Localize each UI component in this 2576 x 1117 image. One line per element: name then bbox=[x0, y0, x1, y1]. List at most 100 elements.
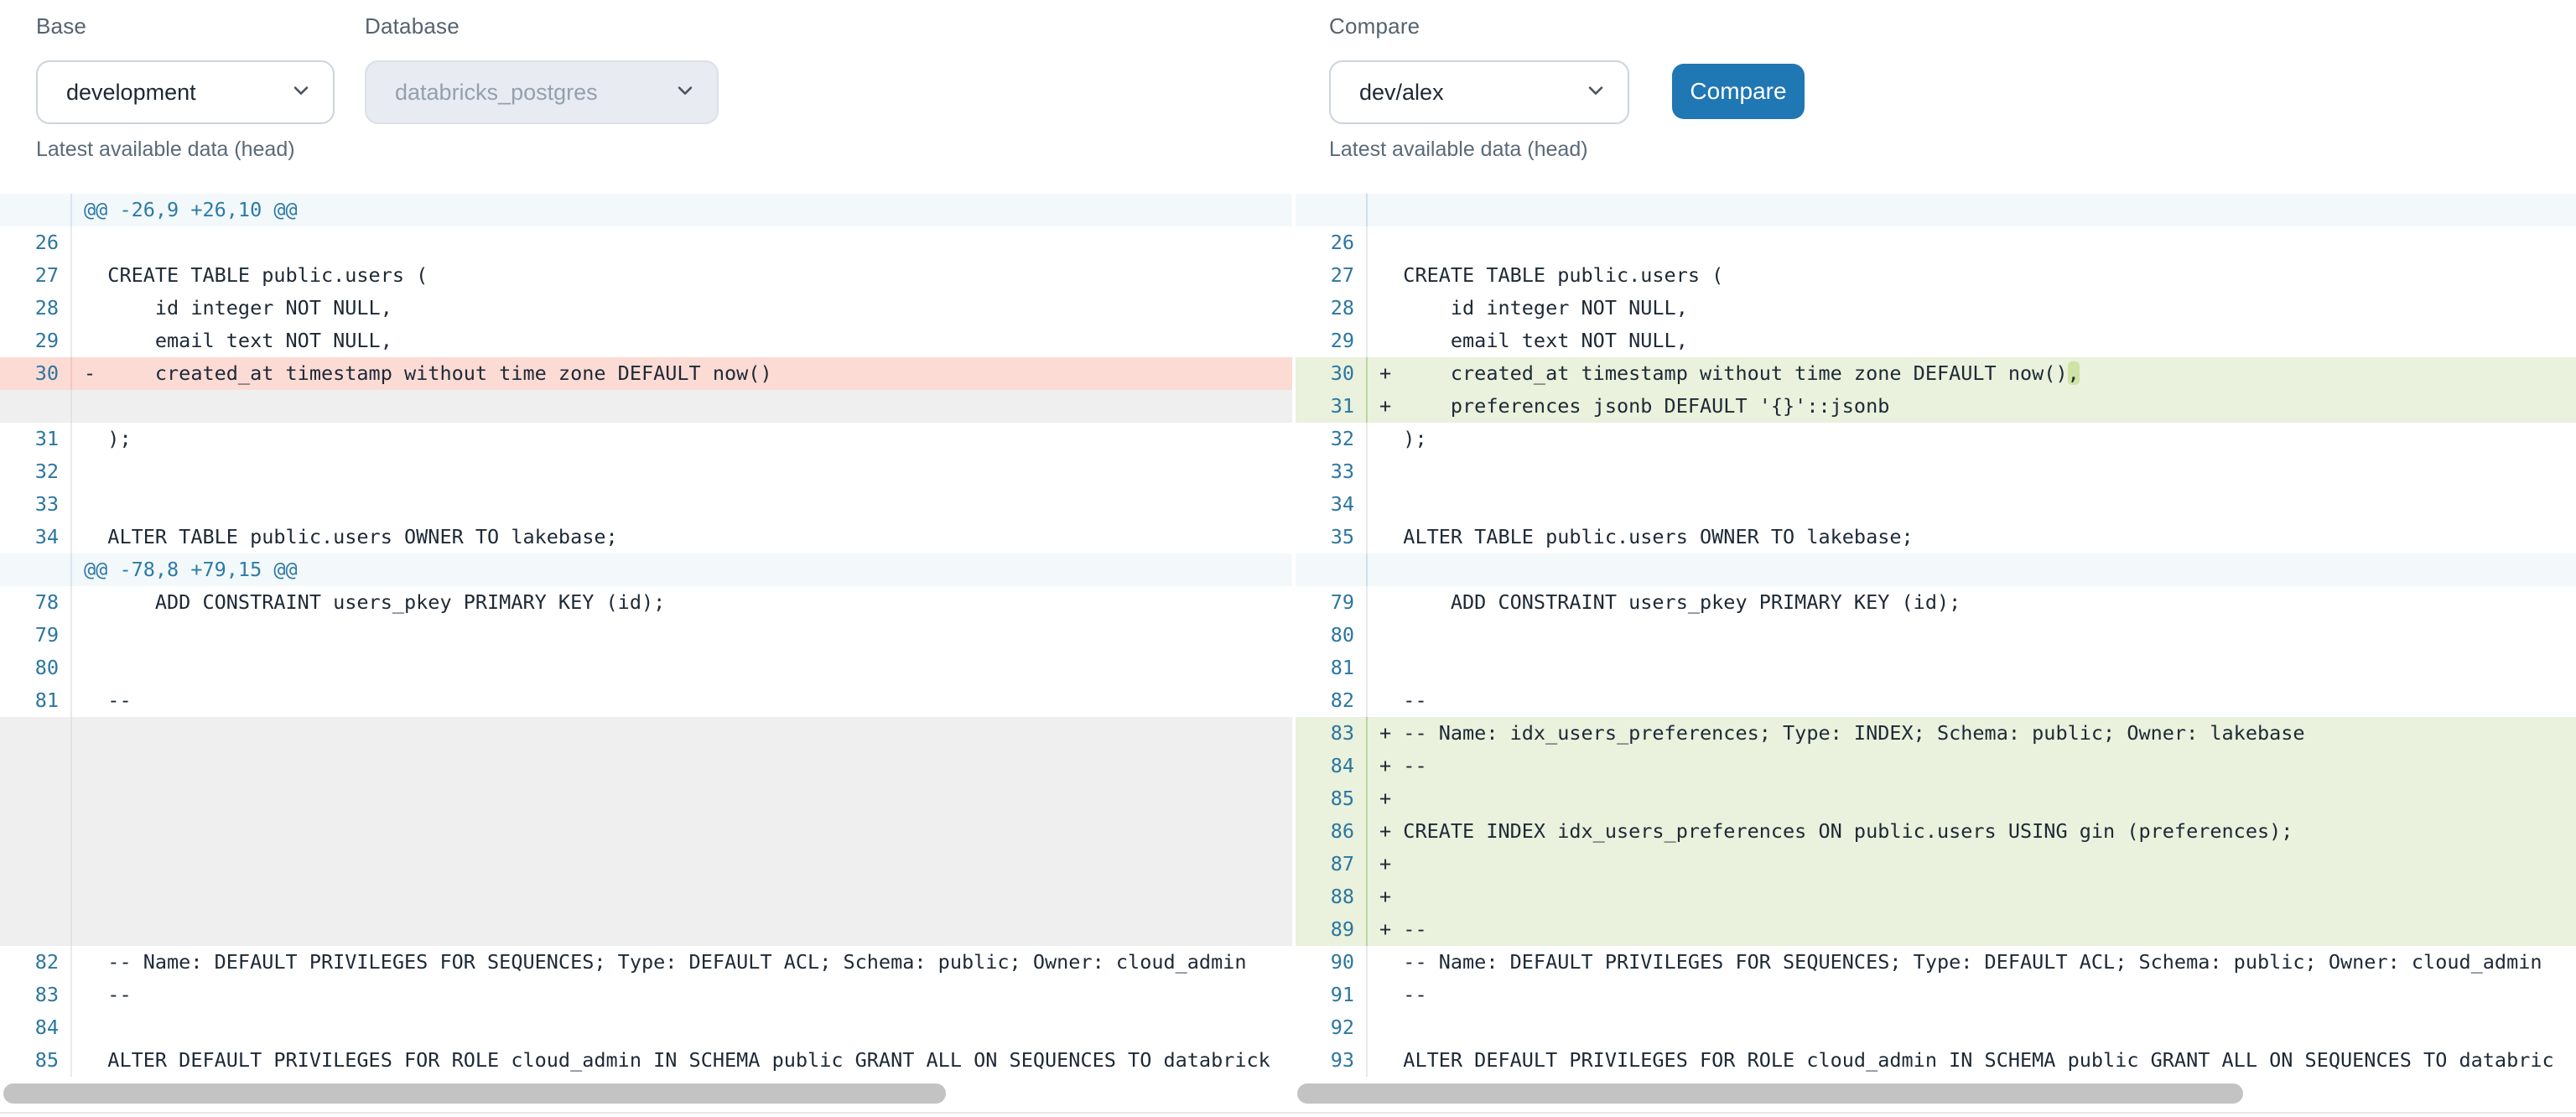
line-number: 31 bbox=[1296, 390, 1368, 423]
line-number: 35 bbox=[1296, 521, 1368, 553]
line-number: 28 bbox=[0, 292, 72, 325]
code-line bbox=[72, 455, 1292, 488]
code-line: -- bbox=[1368, 979, 2576, 1011]
compare-button[interactable]: Compare bbox=[1672, 64, 1805, 119]
diff-row: 79 ADD CONSTRAINT users_pkey PRIMARY KEY… bbox=[1296, 586, 2576, 619]
line-number bbox=[0, 750, 72, 782]
diff-row: 85 ALTER DEFAULT PRIVILEGES FOR ROLE clo… bbox=[0, 1044, 1292, 1077]
base-horizontal-scrollbar-thumb[interactable] bbox=[3, 1083, 946, 1104]
diff-row: 91 -- bbox=[1296, 979, 2576, 1011]
diff-row: 31+ preferences jsonb DEFAULT '{}'::json… bbox=[1296, 390, 2576, 423]
code-line bbox=[1368, 194, 2576, 226]
diff-row: 84 bbox=[0, 1011, 1292, 1044]
line-number bbox=[0, 815, 72, 848]
compare-horizontal-scrollbar[interactable] bbox=[1296, 1083, 2576, 1104]
line-number: 86 bbox=[1296, 815, 1368, 848]
line-number: 34 bbox=[0, 521, 72, 553]
diff-row: 93 ALTER DEFAULT PRIVILEGES FOR ROLE clo… bbox=[1296, 1044, 2576, 1077]
diff-row: 82 -- Name: DEFAULT PRIVILEGES FOR SEQUE… bbox=[0, 946, 1292, 979]
compare-horizontal-scrollbar-thumb[interactable] bbox=[1297, 1083, 2243, 1104]
line-number: 84 bbox=[1296, 750, 1368, 782]
code-line bbox=[1368, 226, 2576, 259]
diff-row: 27 CREATE TABLE public.users ( bbox=[1296, 259, 2576, 292]
code-line bbox=[72, 717, 1292, 750]
compare-head-note: Latest available data (head) bbox=[1329, 138, 1588, 162]
compare-select-value: dev/alex bbox=[1331, 80, 1444, 106]
schema-compare-page: Base development Latest available data (… bbox=[0, 0, 2576, 1117]
code-line bbox=[72, 881, 1292, 913]
code-line: ); bbox=[72, 423, 1292, 455]
line-number bbox=[1296, 553, 1368, 586]
diff-row: 78 ADD CONSTRAINT users_pkey PRIMARY KEY… bbox=[0, 586, 1292, 619]
diff-row bbox=[1296, 194, 2576, 226]
diff-row: 35 ALTER TABLE public.users OWNER TO lak… bbox=[1296, 521, 2576, 553]
diff-row: 30+ created_at timestamp without time zo… bbox=[1296, 357, 2576, 390]
diff-row: 83+ -- Name: idx_users_preferences; Type… bbox=[1296, 717, 2576, 750]
code-line: + bbox=[1368, 848, 2576, 881]
diff-row: 32 bbox=[0, 455, 1292, 488]
code-line: ALTER DEFAULT PRIVILEGES FOR ROLE cloud_… bbox=[72, 1044, 1292, 1077]
line-number: 31 bbox=[0, 423, 72, 455]
code-line bbox=[72, 619, 1292, 652]
diff-row: 34 bbox=[1296, 488, 2576, 521]
code-line bbox=[1368, 553, 2576, 586]
line-number: 80 bbox=[1296, 619, 1368, 652]
diff-row: 28 id integer NOT NULL, bbox=[1296, 292, 2576, 325]
diff-row bbox=[1296, 553, 2576, 586]
code-line bbox=[1368, 488, 2576, 521]
line-number: 83 bbox=[1296, 717, 1368, 750]
code-line: -- bbox=[72, 979, 1292, 1011]
base-horizontal-scrollbar[interactable] bbox=[0, 1083, 1292, 1104]
diff-row: 81 -- bbox=[0, 684, 1292, 717]
diff-row bbox=[0, 390, 1292, 423]
diff-row: 92 bbox=[1296, 1011, 2576, 1044]
code-line bbox=[72, 652, 1292, 684]
code-line: id integer NOT NULL, bbox=[72, 292, 1292, 325]
code-line bbox=[1368, 455, 2576, 488]
base-select[interactable]: development bbox=[36, 60, 335, 124]
chevron-down-icon bbox=[1584, 79, 1607, 107]
diff-row: 81 bbox=[1296, 652, 2576, 684]
diff-row bbox=[0, 750, 1292, 782]
code-line: CREATE TABLE public.users ( bbox=[1368, 259, 2576, 292]
line-number: 82 bbox=[0, 946, 72, 979]
diff-row: 83 -- bbox=[0, 979, 1292, 1011]
diff-row: 30- created_at timestamp without time zo… bbox=[0, 357, 1292, 390]
diff-row: 33 bbox=[1296, 455, 2576, 488]
database-select: databricks_postgres bbox=[365, 60, 719, 124]
diff-row bbox=[0, 848, 1292, 881]
diff-row: 90 -- Name: DEFAULT PRIVILEGES FOR SEQUE… bbox=[1296, 946, 2576, 979]
line-number bbox=[0, 881, 72, 913]
code-line bbox=[1368, 652, 2576, 684]
diff-row: 80 bbox=[1296, 619, 2576, 652]
line-number: 27 bbox=[1296, 259, 1368, 292]
line-number: 85 bbox=[0, 1044, 72, 1077]
diff-row: 82 -- bbox=[1296, 684, 2576, 717]
line-number: 28 bbox=[1296, 292, 1368, 325]
code-line: email text NOT NULL, bbox=[72, 325, 1292, 357]
chevron-down-icon bbox=[673, 79, 697, 107]
diff-row: 27 CREATE TABLE public.users ( bbox=[0, 259, 1292, 292]
line-number: 90 bbox=[1296, 946, 1368, 979]
line-number: 80 bbox=[0, 652, 72, 684]
diff-row: 29 email text NOT NULL, bbox=[1296, 325, 2576, 357]
line-number: 84 bbox=[0, 1011, 72, 1044]
code-line: + preferences jsonb DEFAULT '{}'::jsonb bbox=[1368, 390, 2576, 423]
line-number: 93 bbox=[1296, 1044, 1368, 1077]
line-number: 33 bbox=[0, 488, 72, 521]
code-line bbox=[1368, 1011, 2576, 1044]
diff-row: 79 bbox=[0, 619, 1292, 652]
compare-select[interactable]: dev/alex bbox=[1329, 60, 1629, 124]
code-line bbox=[72, 1011, 1292, 1044]
code-line: email text NOT NULL, bbox=[1368, 325, 2576, 357]
code-line: @@ -26,9 +26,10 @@ bbox=[72, 194, 1292, 226]
bottom-divider bbox=[0, 1112, 2576, 1114]
line-number bbox=[0, 390, 72, 423]
line-number: 32 bbox=[1296, 423, 1368, 455]
code-line bbox=[72, 488, 1292, 521]
code-line: ADD CONSTRAINT users_pkey PRIMARY KEY (i… bbox=[1368, 586, 2576, 619]
code-line: ADD CONSTRAINT users_pkey PRIMARY KEY (i… bbox=[72, 586, 1292, 619]
code-line: - created_at timestamp without time zone… bbox=[72, 357, 1292, 390]
diff-row: @@ -26,9 +26,10 @@ bbox=[0, 194, 1292, 226]
code-line: -- bbox=[1368, 684, 2576, 717]
